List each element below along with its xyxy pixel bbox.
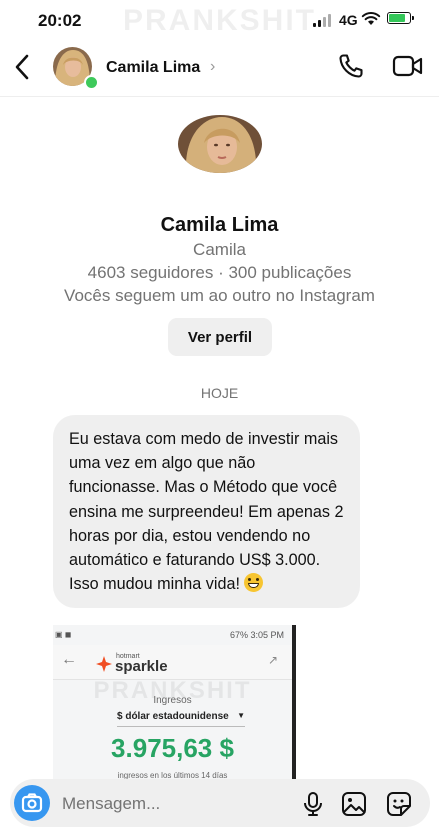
header-name[interactable]: Camila Lima	[106, 59, 200, 77]
image-status-time: 67% 3:05 PM	[229, 630, 284, 640]
profile-name: Camila Lima	[160, 214, 279, 236]
message-bubble[interactable]: Eu estava com medo de investir mais uma …	[53, 415, 360, 609]
phone-icon[interactable]	[337, 52, 365, 80]
sticker-icon[interactable]	[386, 791, 412, 817]
image-back-arrow-icon: ←	[61, 651, 77, 668]
date-separator: HOJE	[200, 385, 239, 401]
chat-header: Camila Lima ›	[0, 38, 439, 97]
message-composer: Mensagem...	[10, 779, 430, 827]
sparkle-logo-icon	[96, 656, 112, 672]
image-status-icons: ▣ ◼	[55, 630, 72, 639]
shared-image[interactable]: ▣ ◼ 67% 3:05 PM ← hotmart sparkle ↗ PRAN…	[53, 625, 296, 785]
profile-mutual-follow: Vocês seguem um ao outro no Instagram	[64, 286, 375, 305]
image-currency: $ dólar estadounidense	[117, 711, 229, 722]
network-label: 4G	[339, 12, 358, 28]
battery-icon	[387, 12, 414, 24]
signal-icon	[313, 14, 331, 27]
external-link-icon: ↗	[267, 653, 278, 667]
image-amount: 3.975,63 $	[111, 733, 234, 763]
image-brand: sparkle	[115, 658, 168, 675]
chevron-right-icon[interactable]: ›	[210, 58, 215, 76]
grinning-emoji-icon	[244, 573, 264, 593]
online-indicator	[84, 75, 99, 90]
view-profile-button[interactable]: Ver perfil	[168, 318, 272, 356]
image-divider	[117, 726, 245, 727]
image-label: Ingresos	[153, 695, 192, 706]
image-dropdown-icon: ▼	[237, 711, 245, 720]
image-currency-select: $ dólar estadounidense ▼	[117, 711, 245, 722]
profile-username: Camila	[193, 240, 246, 259]
profile-stats: 4603 seguidores · 300 publicações	[87, 263, 352, 282]
message-input[interactable]: Mensagem...	[62, 794, 160, 814]
camera-icon	[21, 793, 43, 813]
gallery-icon[interactable]	[341, 791, 367, 817]
back-icon[interactable]	[14, 54, 30, 80]
image-status-bar: ▣ ◼ 67% 3:05 PM	[53, 625, 292, 645]
message-text: Eu estava com medo de investir mais uma …	[69, 430, 344, 594]
video-icon[interactable]	[392, 54, 424, 78]
wifi-icon	[361, 12, 381, 25]
camera-button[interactable]	[14, 785, 50, 821]
image-app-bar: ← hotmart sparkle ↗	[53, 645, 292, 680]
profile-avatar[interactable]	[178, 115, 262, 173]
microphone-icon[interactable]	[302, 791, 324, 817]
